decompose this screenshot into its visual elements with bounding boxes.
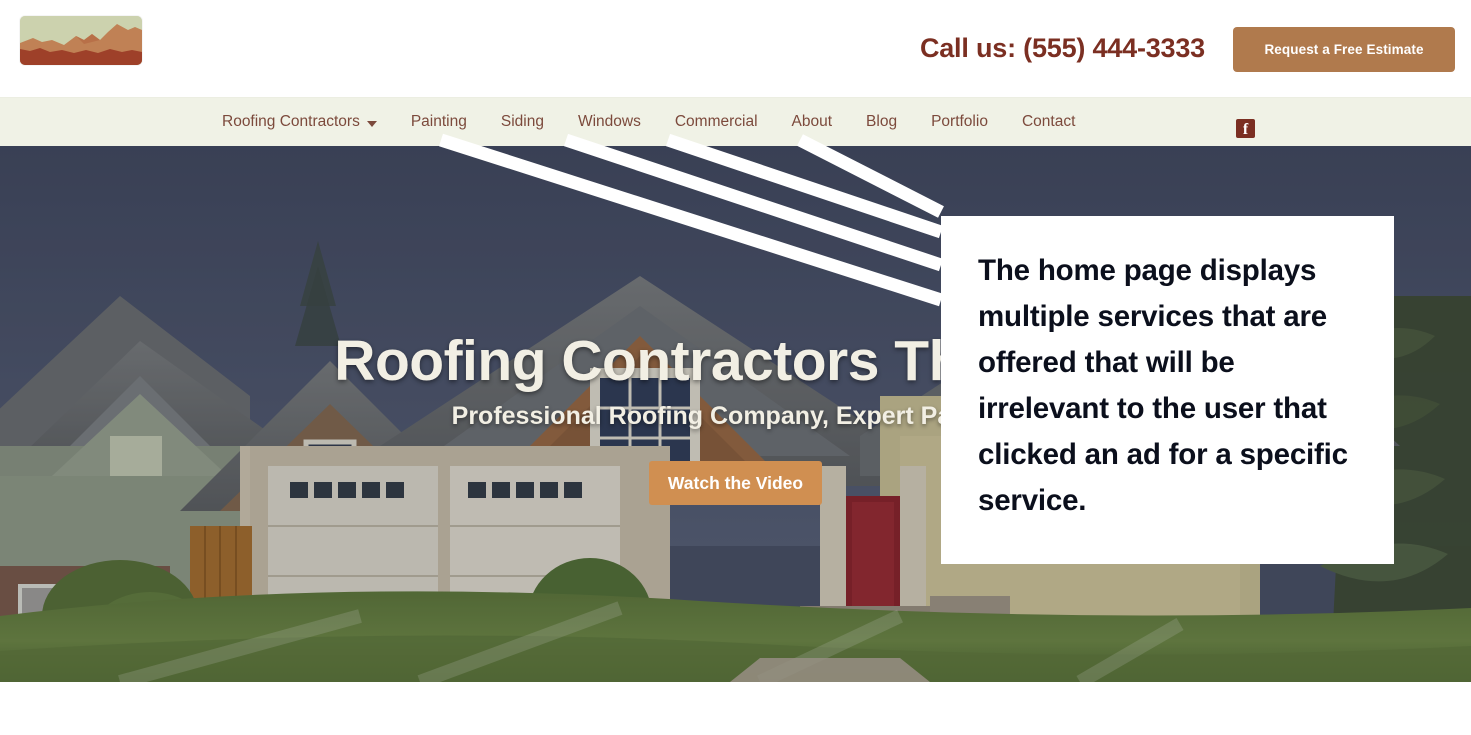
nav-item-painting[interactable]: Painting [394, 98, 484, 146]
nav-label: Painting [410, 113, 467, 130]
nav-item-blog[interactable]: Blog [849, 98, 914, 146]
nav-label: Windows [577, 113, 641, 130]
nav-item-windows[interactable]: Windows [561, 98, 658, 146]
nav-item-about[interactable]: About [775, 98, 850, 146]
nav-label: Commercial [674, 113, 758, 130]
page-root: Call us: (555) 444-3333 Request a Free E… [0, 0, 1471, 735]
request-estimate-button[interactable]: Request a Free Estimate [1233, 27, 1455, 72]
nav-label: Portfolio [931, 113, 988, 130]
nav-label: Roofing Contractors [222, 113, 360, 130]
nav-item-contact[interactable]: Contact [1005, 98, 1092, 146]
watch-video-button[interactable]: Watch the Video [649, 461, 822, 505]
nav-label: Blog [866, 113, 898, 130]
site-logo[interactable] [20, 16, 142, 65]
nav-label: Siding [500, 113, 544, 130]
chevron-down-icon [366, 121, 377, 127]
annotation-callout-text: The home page displays multiple services… [978, 254, 1348, 517]
nav-label: Contact [1021, 113, 1076, 130]
annotation-callout-box: The home page displays multiple services… [941, 216, 1394, 564]
facebook-icon[interactable]: f [1236, 119, 1255, 138]
mountain-landscape-logo-icon [20, 16, 142, 65]
nav-item-portfolio[interactable]: Portfolio [914, 98, 1005, 146]
nav-label: About [791, 113, 833, 130]
nav-item-siding[interactable]: Siding [484, 98, 561, 146]
facebook-glyph: f [1242, 121, 1249, 138]
site-header: Call us: (555) 444-3333 Request a Free E… [0, 0, 1471, 98]
phone-number[interactable]: Call us: (555) 444-3333 [920, 33, 1205, 64]
nav-item-roofing-contractors[interactable]: Roofing Contractors [205, 98, 394, 146]
nav-item-commercial[interactable]: Commercial [658, 98, 775, 146]
nav-items-list: Roofing Contractors Painting Siding Wind… [205, 98, 1092, 146]
